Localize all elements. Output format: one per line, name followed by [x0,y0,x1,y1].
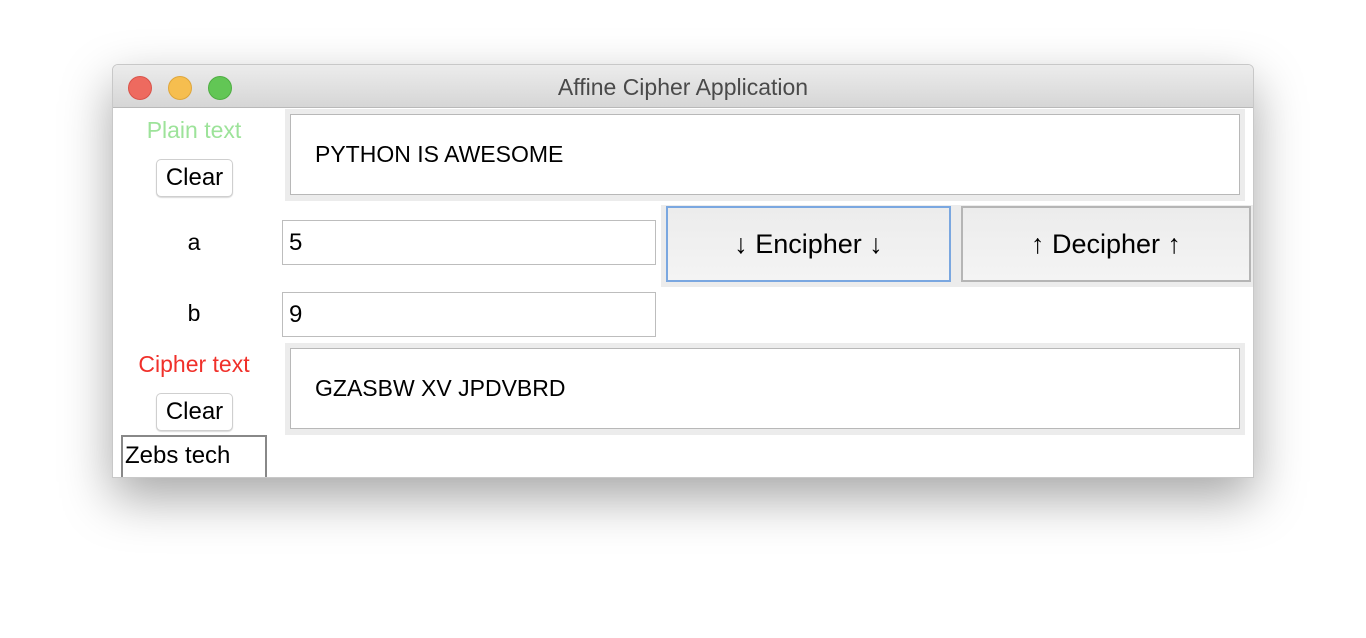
action-frame: ↓ Encipher ↓ ↑ Decipher ↑ [661,205,1253,287]
minimize-button[interactable] [168,76,192,100]
credit-label: Zebs tech [121,435,267,477]
cipher-text-label: Cipher text [138,351,250,377]
plain-text-label: Plain text [146,117,242,143]
cipher-text-frame: GZASBW XV JPDVBRD [285,343,1245,435]
decipher-button[interactable]: ↑ Decipher ↑ [961,206,1251,282]
title-bar: Affine Cipher Application [113,65,1253,108]
plain-text-frame: PYTHON IS AWESOME [285,109,1245,201]
app-window: Affine Cipher Application Plain text Cle… [112,64,1254,478]
maximize-button[interactable] [208,76,232,100]
b-label: b [187,300,201,326]
window-title: Affine Cipher Application [557,74,809,100]
cipher-clear-button[interactable]: Clear [156,393,233,431]
cipher-text-input[interactable]: GZASBW XV JPDVBRD [290,348,1240,429]
encipher-button[interactable]: ↓ Encipher ↓ [666,206,951,282]
b-input[interactable]: 9 [282,292,656,337]
a-label: a [187,229,201,255]
a-input[interactable]: 5 [282,220,656,265]
close-button[interactable] [128,76,152,100]
plain-text-input[interactable]: PYTHON IS AWESOME [290,114,1240,195]
plain-clear-button[interactable]: Clear [156,159,233,197]
